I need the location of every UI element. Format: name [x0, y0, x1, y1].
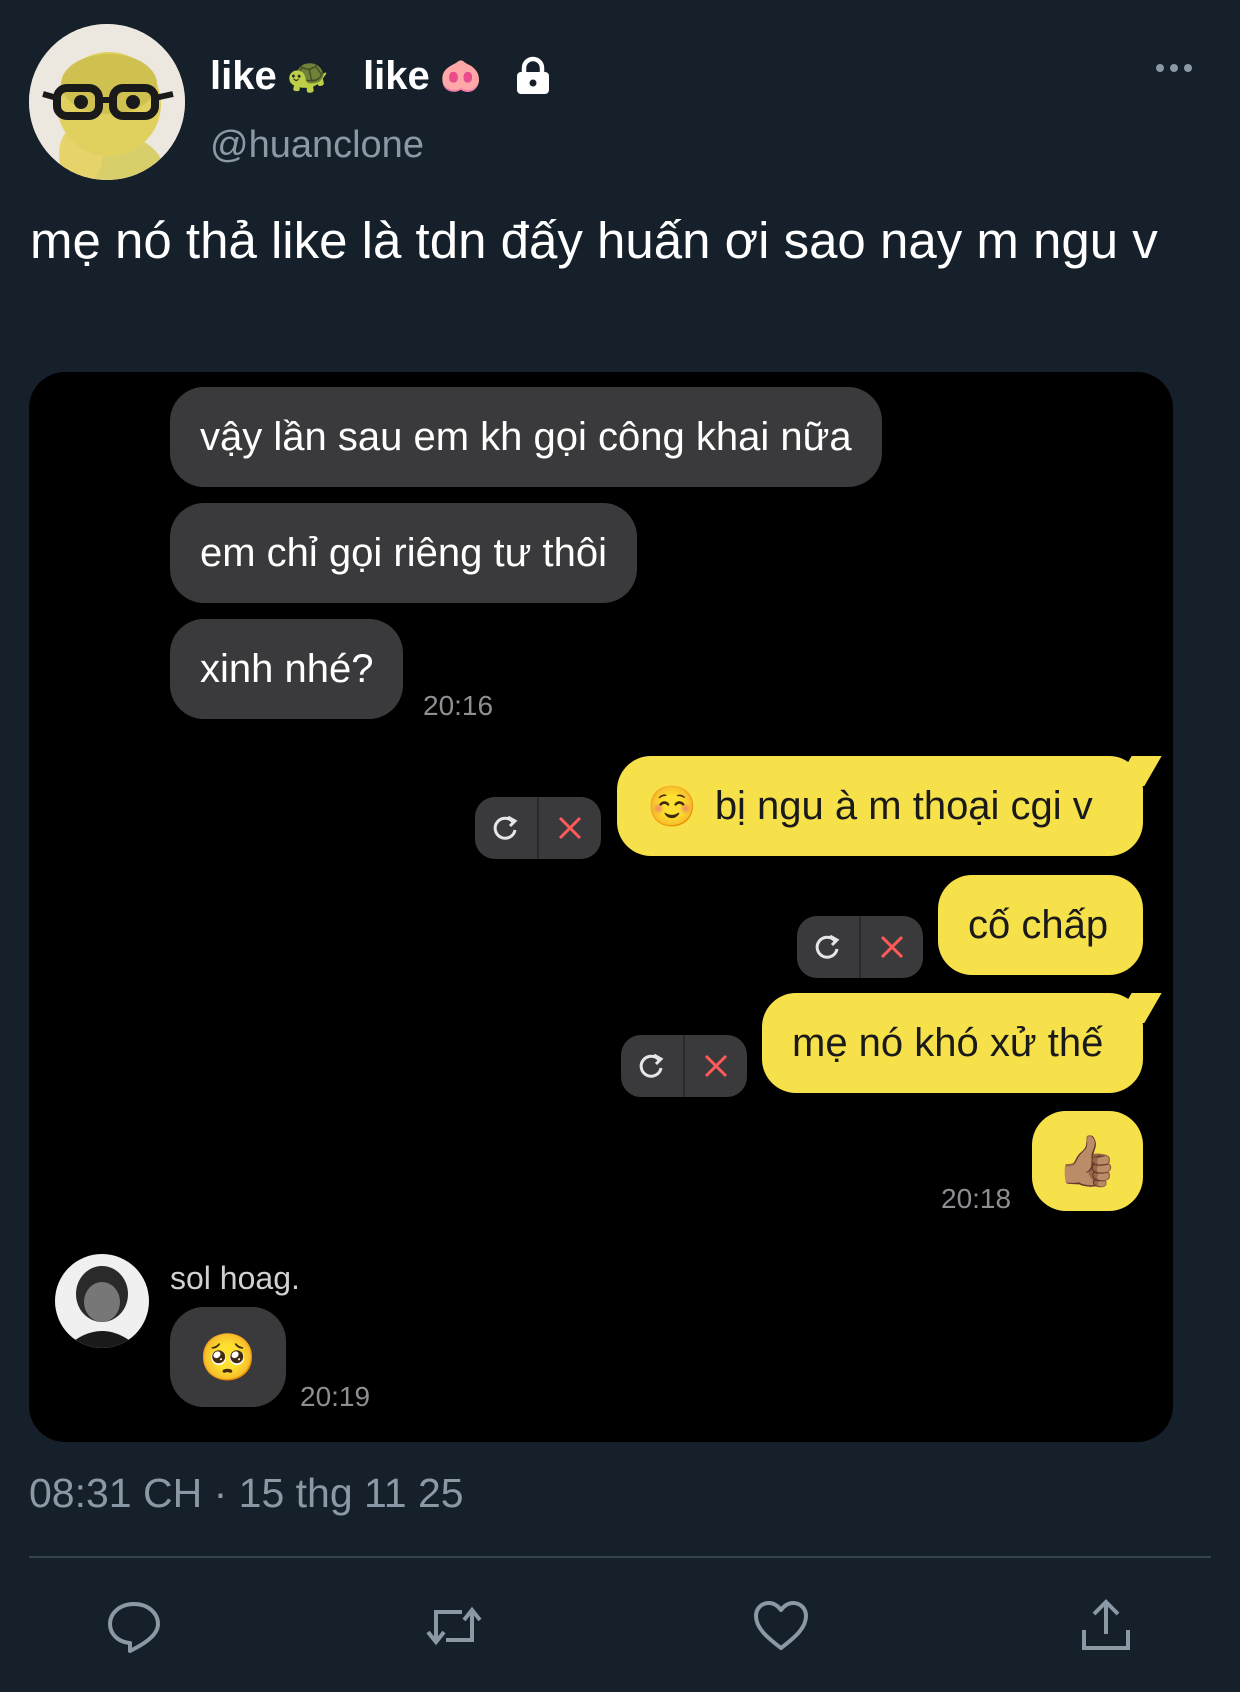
message-text: em chỉ gọi riêng tư thôi [200, 530, 607, 575]
avatar-image [29, 24, 185, 180]
sender-name: sol hoag. [170, 1260, 300, 1296]
message-text: vậy lần sau em kh gọi công khai nữa [200, 414, 852, 459]
retry-icon[interactable] [621, 1035, 683, 1097]
user-handle[interactable]: @huanclone [210, 124, 424, 167]
smiling-face-emoji: ☺️ [647, 784, 697, 829]
name-part-2: like [363, 53, 430, 98]
retry-icon[interactable] [797, 916, 859, 978]
incoming-emoji-message: 🥺 [170, 1307, 286, 1407]
outgoing-message-1: ☺️ bị ngu à m thoại cgi v [617, 756, 1162, 856]
resend-controls [475, 797, 601, 859]
display-name[interactable]: like 🐢 like 🐽 [210, 48, 554, 104]
action-bar [0, 1596, 1240, 1666]
outgoing-message-3: mẹ nó khó xử thế [762, 993, 1162, 1093]
message-text: cố chấp [968, 902, 1109, 947]
delete-icon[interactable] [685, 1035, 747, 1097]
outgoing-message-4: 👍🏽 [1032, 1111, 1143, 1211]
message-text: mẹ nó khó xử thế [792, 1020, 1104, 1065]
like-icon[interactable] [751, 1596, 811, 1656]
delete-icon[interactable] [539, 797, 601, 859]
message-timestamp: 20:18 [941, 1183, 1012, 1214]
outgoing-message-2: cố chấp [938, 875, 1143, 975]
turtle-emoji: 🐢 [286, 57, 330, 95]
resend-controls [797, 916, 923, 978]
delete-icon[interactable] [861, 916, 923, 978]
tweet-header: like 🐢 like 🐽 @huanclone [0, 0, 1240, 200]
retry-icon[interactable] [475, 797, 537, 859]
message-timestamp: 20:19 [300, 1381, 371, 1412]
pleading-face-emoji: 🥺 [199, 1330, 257, 1383]
message-text: xinh nhé? [200, 646, 374, 691]
divider [29, 1556, 1211, 1558]
resend-controls [621, 1035, 747, 1097]
profile-avatar[interactable] [29, 24, 185, 180]
message-text: bị ngu à m thoại cgi v [714, 783, 1093, 828]
incoming-message-3: xinh nhé? [170, 619, 404, 719]
incoming-message-2: em chỉ gọi riêng tư thôi [170, 503, 637, 603]
thumbs-up-emoji: 👍🏽 [1056, 1132, 1119, 1189]
more-horizontal-icon[interactable] [1156, 64, 1192, 72]
retweet-icon[interactable] [424, 1596, 484, 1656]
incoming-message-1: vậy lần sau em kh gọi công khai nữa [170, 387, 882, 487]
tweet-text: mẹ nó thả like là tdn đấy huấn ơi sao na… [30, 212, 1158, 269]
name-part-1: like [210, 53, 277, 98]
tweet-timestamp[interactable]: 08:31 CH · 15 thg 11 25 [29, 1470, 464, 1517]
pig-nose-emoji: 🐽 [439, 57, 483, 95]
sender-avatar [55, 1254, 149, 1348]
lock-icon [517, 56, 550, 94]
message-timestamp: 20:16 [423, 690, 494, 721]
reply-icon[interactable] [104, 1596, 164, 1656]
share-icon[interactable] [1076, 1596, 1136, 1656]
tweet-media-image[interactable]: vậy lần sau em kh gọi công khai nữa em c… [29, 372, 1173, 1442]
